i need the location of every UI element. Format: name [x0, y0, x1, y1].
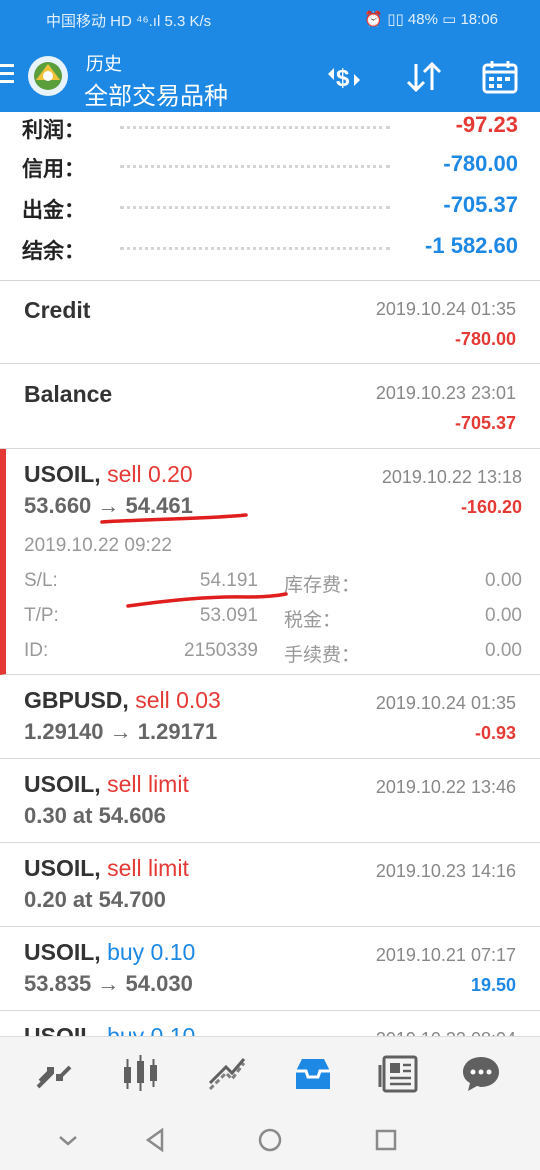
app-bar: 历史 全部交易品种 $	[0, 38, 540, 112]
entry-symbol-line: USOIL, sell limit	[24, 771, 189, 797]
svg-text:$: $	[336, 65, 350, 92]
entry-symbol-line: GBPUSD, sell 0.03	[24, 687, 221, 713]
screen-title: 历史	[86, 54, 122, 74]
collapse-icon[interactable]	[54, 1126, 82, 1154]
entry-symbol: Credit	[24, 297, 91, 323]
entry-amount: -705.37	[454, 413, 516, 433]
position-gbpusd-sell[interactable]: GBPUSD, sell 0.03 1.29140 → 1.29171 2019…	[0, 675, 540, 759]
sort-icon[interactable]	[404, 60, 444, 94]
summary-row-balance: 结余： -1 582.60	[22, 233, 518, 263]
tp-value: 53.091	[199, 605, 258, 626]
order-usoil-sell-limit[interactable]: USOIL, sell limit 0.30 at 54.606 2019.10…	[0, 759, 540, 843]
deal-credit[interactable]: Credit 2019.10.24 01:35 -780.00	[0, 281, 540, 364]
entry-time: 2019.10.23 14:16	[375, 861, 516, 881]
history-screen: 中国移动 HD ⁴⁶.ıl 5.3 K/s ⏰ ▯▯ 48% ▭ 18:06 历…	[0, 0, 540, 1170]
fee-value: 0.00	[485, 640, 522, 661]
status-left: 中国移动 HD ⁴⁶.ıl 5.3 K/s	[46, 13, 212, 30]
quotes-icon[interactable]	[32, 1051, 78, 1097]
app-logo-icon[interactable]	[26, 54, 70, 98]
entry-prices: 1.29140 → 1.29171	[24, 719, 218, 744]
entry-prices: 0.20 at 54.700	[24, 887, 166, 912]
status-bar: 中国移动 HD ⁴⁶.ıl 5.3 K/s ⏰ ▯▯ 48% ▭ 18:06	[0, 0, 540, 38]
entry-symbol-line: USOIL, buy 0.10	[24, 939, 196, 965]
swap-value: 0.00	[485, 570, 522, 591]
swap-label: 库存费：	[284, 575, 361, 596]
entry-profit: -0.93	[474, 723, 516, 743]
position-usoil-buy[interactable]: USOIL, buy 0.10 53.835 → 54.030 2019.10.…	[0, 927, 540, 1011]
currency-exchange-icon[interactable]: $	[324, 60, 364, 94]
summary-row-profit: 利润： -97.23	[22, 112, 518, 142]
recents-icon[interactable]	[372, 1126, 400, 1154]
entry-symbol-line: USOIL, sell 0.20	[24, 461, 193, 487]
summary-row-withdrawal: 出金： -705.37	[22, 192, 518, 222]
back-icon[interactable]	[142, 1126, 170, 1154]
calendar-icon[interactable]	[480, 60, 520, 94]
news-icon[interactable]	[376, 1051, 422, 1097]
entry-time: 2019.10.24 01:35	[375, 693, 516, 713]
trade-icon[interactable]	[204, 1051, 250, 1097]
position-usoil-sell[interactable]: USOIL, sell 0.20 53.660 → 54.461 2019.10…	[0, 449, 540, 675]
status-right: ⏰ ▯▯ 48% ▭ 18:06	[364, 11, 498, 28]
id-value: 2150339	[184, 640, 258, 661]
entry-prices: 0.30 at 54.606	[24, 803, 166, 828]
id-label: ID:	[24, 640, 49, 661]
fee-label: 手续费：	[284, 645, 361, 666]
open-time: 2019.10.22 09:22	[24, 535, 172, 556]
chart-icon[interactable]	[118, 1051, 164, 1097]
entry-symbol-line: USOIL, sell limit	[24, 855, 189, 881]
entry-time: 2019.10.21 07:17	[375, 945, 516, 965]
entry-time: 2019.10.24 01:35	[375, 299, 516, 319]
entry-prices: 53.660 → 54.461	[24, 493, 193, 518]
menu-icon[interactable]	[0, 64, 16, 86]
bottom-navigation	[0, 1036, 540, 1109]
entry-time: 2019.10.23 23:01	[375, 383, 516, 403]
entry-time: 2019.10.22 13:18	[381, 467, 522, 487]
entry-prices: 53.835 → 54.030	[24, 971, 193, 996]
summary-row-credit: 信用： -780.00	[22, 151, 518, 181]
sl-value: 54.191	[199, 570, 258, 591]
tax-value: 0.00	[485, 605, 522, 626]
entry-profit: -160.20	[460, 497, 522, 517]
entry-time: 2019.10.22 13:46	[375, 777, 516, 797]
tp-label: T/P:	[24, 605, 59, 626]
entry-amount: -780.00	[454, 329, 516, 349]
entry-symbol: Balance	[24, 381, 113, 407]
chat-icon[interactable]	[458, 1051, 504, 1097]
order-usoil-sell-limit[interactable]: USOIL, sell limit 0.20 at 54.700 2019.10…	[0, 843, 540, 927]
summary-panel: 利润： -97.23 信用： -780.00 出金： -705.37 结余： -…	[0, 112, 540, 281]
history-icon[interactable]	[290, 1051, 336, 1097]
home-icon[interactable]	[256, 1126, 284, 1154]
system-navigation	[0, 1108, 540, 1170]
entry-profit: 19.50	[470, 975, 516, 995]
sl-label: S/L:	[24, 570, 58, 591]
deal-balance[interactable]: Balance 2019.10.23 23:01 -705.37	[0, 365, 540, 449]
tax-label: 税金：	[284, 610, 342, 631]
